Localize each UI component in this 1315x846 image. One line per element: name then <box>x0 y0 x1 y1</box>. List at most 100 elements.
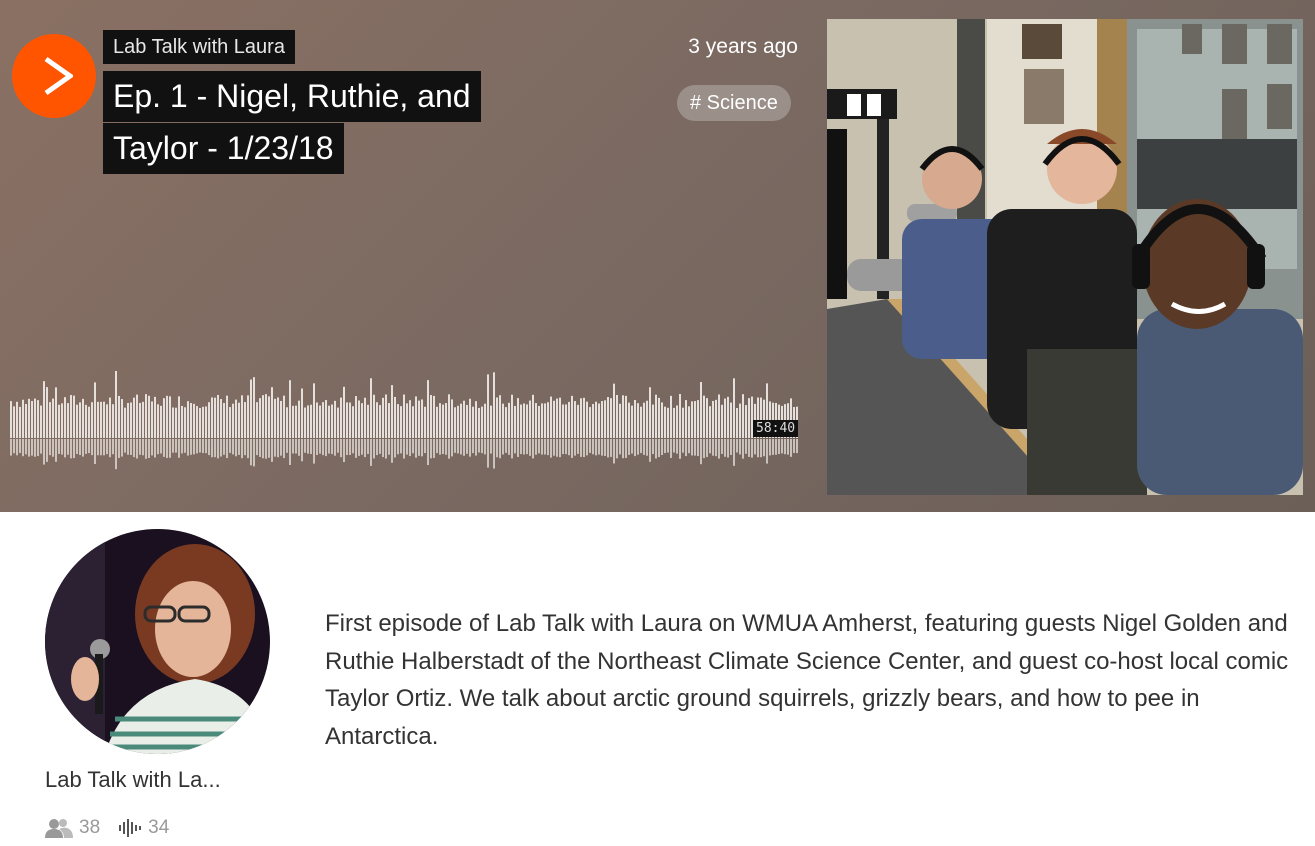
waveform-bar-reflection <box>463 439 465 456</box>
waveform-bar <box>490 405 492 438</box>
waveform-bar-reflection <box>208 439 210 456</box>
waveform-bar-reflection <box>700 439 702 465</box>
waveform-bar-reflection <box>82 439 84 457</box>
waveform-bar <box>553 400 555 438</box>
waveform-bar-reflection <box>538 439 540 454</box>
waveform-bar-reflection <box>109 439 111 458</box>
waveform-bar-reflection <box>781 439 783 454</box>
waveform-bar-reflection <box>775 439 777 455</box>
waveform-bar-reflection <box>733 439 735 466</box>
waveform-bar <box>208 402 210 438</box>
waveform-bar <box>532 394 534 438</box>
waveform-bar <box>595 401 597 438</box>
waveform-bar-reflection <box>91 439 93 456</box>
waveform-bar <box>94 382 96 438</box>
waveform-bar <box>130 402 132 438</box>
waveform-bar <box>121 399 123 438</box>
followers-stat[interactable]: 38 <box>45 817 100 839</box>
tracks-stat[interactable]: 34 <box>118 817 169 839</box>
waveform-bar-reflection <box>133 439 135 458</box>
waveform-bar-reflection <box>511 439 513 459</box>
waveform-bar <box>91 402 93 438</box>
waveform-bar <box>397 404 399 438</box>
waveform-bar <box>643 402 645 438</box>
waveform-bar <box>520 404 522 438</box>
waveform-bar-reflection <box>643 439 645 455</box>
waveform-bar-reflection <box>364 439 366 458</box>
waveform-bar <box>280 400 282 438</box>
waveform-bar-reflection <box>658 439 660 458</box>
waveform-bar <box>205 406 207 438</box>
waveform-bar-reflection <box>271 439 273 462</box>
tracks-icon <box>119 819 142 837</box>
waveform-bar-reflection <box>763 439 765 457</box>
waveform-bar-reflection <box>70 439 72 459</box>
waveform-bar <box>748 398 750 438</box>
waveform-bar <box>673 407 675 438</box>
waveform-bar-reflection <box>310 439 312 454</box>
waveform-bar-reflection <box>598 439 600 455</box>
waveform-bar-reflection <box>184 439 186 453</box>
play-button[interactable] <box>12 34 96 118</box>
waveform-bar <box>154 396 156 438</box>
waveform-bar-reflection <box>49 439 51 456</box>
waveform-bar-reflection <box>268 439 270 458</box>
waveform-bar <box>523 403 525 438</box>
waveform-bar-reflection <box>346 439 348 456</box>
waveform-bar-reflection <box>436 439 438 454</box>
user-stats: 38 34 <box>45 817 187 839</box>
waveform-bar <box>289 380 291 438</box>
waveform-bar <box>559 397 561 438</box>
waveform-bar <box>607 396 609 438</box>
waveform-bar-reflection <box>772 439 774 455</box>
waveform-bar-reflection <box>619 439 621 455</box>
waveform-bar <box>421 399 423 438</box>
waveform-bar <box>262 395 264 438</box>
waveform-bar <box>517 398 519 438</box>
waveform-bar-reflection <box>634 439 636 457</box>
waveform-bar-reflection <box>661 439 663 455</box>
waveform-bar <box>298 400 300 438</box>
waveform-bar-reflection <box>79 439 81 456</box>
waveform-bar-reflection <box>655 439 657 459</box>
waveform-bar <box>70 395 72 438</box>
waveform-bar-reflection <box>790 439 792 457</box>
waveform-bar-reflection <box>544 439 546 455</box>
track-artist-link[interactable]: Lab Talk with Laura <box>103 30 295 64</box>
user-name-link[interactable]: Lab Talk with La... <box>45 767 221 793</box>
waveform-bar <box>319 405 321 438</box>
waveform-bar <box>391 385 393 438</box>
waveform-bar <box>97 401 99 438</box>
waveform-bar-reflection <box>487 439 489 468</box>
waveform-bar-reflection <box>583 439 585 458</box>
waveform-bar <box>712 400 714 438</box>
genre-tag[interactable]: # Science <box>677 85 791 121</box>
followers-icon <box>45 819 73 838</box>
waveform-bar <box>325 400 327 438</box>
waveform-bar-reflection <box>724 439 726 457</box>
waveform-bar <box>259 398 261 438</box>
waveform-bar-reflection <box>457 439 459 454</box>
waveform-bar-reflection <box>556 439 558 457</box>
waveform-bar-reflection <box>58 439 60 454</box>
waveform-bar <box>730 402 732 438</box>
waveform-bar-reflection <box>595 439 597 456</box>
waveform-bar <box>637 403 639 438</box>
waveform-bar <box>724 398 726 438</box>
waveform-bar-reflection <box>169 439 171 458</box>
waveform-bar-reflection <box>67 439 69 455</box>
waveform-bar <box>436 406 438 438</box>
waveform-bar-reflection <box>697 439 699 457</box>
waveform-bar <box>265 394 267 438</box>
waveform-bar <box>166 395 168 438</box>
user-avatar[interactable] <box>45 529 270 754</box>
waveform-bar <box>574 401 576 438</box>
track-title-line-2: Taylor - 1/23/18 <box>103 123 344 174</box>
waveform-bar-reflection <box>295 439 297 454</box>
waveform-bar <box>211 397 213 438</box>
waveform-bar <box>367 404 369 438</box>
waveform-bar-reflection <box>379 439 381 454</box>
waveform-bar <box>505 407 507 438</box>
waveform-bar <box>577 404 579 438</box>
waveform[interactable] <box>10 360 800 470</box>
